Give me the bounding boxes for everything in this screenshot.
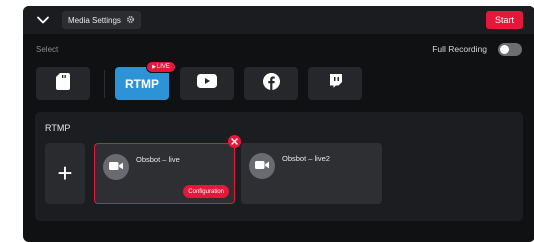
top-bar: Media Settings Start <box>23 6 534 34</box>
camera-icon <box>255 157 269 175</box>
toggle-knob <box>500 45 509 54</box>
media-settings-button[interactable]: Media Settings <box>62 11 141 29</box>
stream-card-obsbot-live2[interactable]: Obsbot – live2 <box>241 143 382 204</box>
platform-youtube[interactable] <box>180 67 234 100</box>
stream-card-obsbot-live[interactable]: Obsbot – live Configuration <box>94 143 235 204</box>
platform-divider <box>104 70 105 98</box>
full-recording-label: Full Recording <box>432 44 487 54</box>
collapse-chevron-icon[interactable] <box>35 12 51 28</box>
camera-avatar <box>249 153 275 179</box>
gear-icon <box>126 15 135 26</box>
camera-icon <box>109 158 123 176</box>
youtube-icon <box>197 74 217 93</box>
configuration-button[interactable]: Configuration <box>183 185 229 198</box>
select-label: Select <box>36 45 59 54</box>
remove-stream-close-icon[interactable] <box>228 135 241 148</box>
twitch-icon <box>329 73 342 94</box>
live-badge-label: LIVE <box>156 64 170 70</box>
media-panel: Media Settings Start Select Full Recordi… <box>23 6 534 242</box>
full-recording-toggle[interactable] <box>498 43 522 56</box>
platform-facebook[interactable] <box>244 67 298 100</box>
rtmp-section-title: RTMP <box>45 123 71 133</box>
live-badge: ▶ LIVE <box>146 61 176 73</box>
start-button[interactable]: Start <box>486 11 523 29</box>
platform-sd-card[interactable] <box>36 67 90 100</box>
stream-name: Obsbot – live <box>136 155 180 164</box>
camera-avatar <box>103 154 129 180</box>
rtmp-section: RTMP + Obsbot – live Configuration Obsbo… <box>35 112 523 221</box>
platform-twitch[interactable] <box>308 67 362 100</box>
facebook-icon <box>262 72 280 95</box>
media-settings-label: Media Settings <box>68 15 121 25</box>
sd-card-icon <box>56 72 70 95</box>
add-stream-button[interactable]: + <box>45 143 85 204</box>
stream-name: Obsbot – live2 <box>282 154 330 163</box>
